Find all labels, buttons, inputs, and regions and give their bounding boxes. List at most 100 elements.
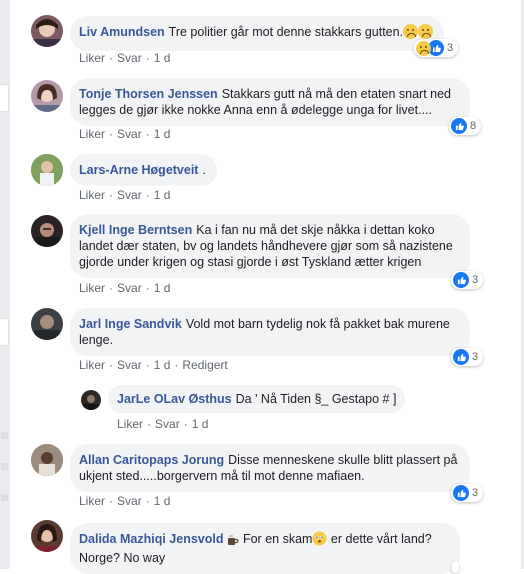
comment-bubble: JarLe OLav Østhus Da ' Nå Tiden §_ Gestap… (108, 385, 406, 413)
separator: · (145, 494, 150, 508)
avatar-image (83, 395, 99, 410)
reaction-count: 3 (447, 42, 454, 54)
comment-actions: Liker · Svar · 1 d (79, 127, 170, 141)
reaction-count: 8 (470, 120, 477, 132)
avatar-image (31, 444, 63, 476)
comment-actions: Liker · Svar · 1 d (79, 51, 170, 65)
comment-time[interactable]: 1 d (154, 358, 171, 372)
reply-link[interactable]: Svar (117, 188, 142, 202)
avatar-image (34, 315, 60, 340)
avatar[interactable] (31, 308, 63, 340)
comment-text: Tre politier går mot denne stakkars gutt… (168, 25, 404, 39)
comment-bubble: Allan Caritopaps Jorung Disse menneskene … (70, 444, 470, 492)
separator: · (109, 358, 114, 372)
comment-text: Da ' Nå Tiden §_ Gestapo # ] (235, 392, 397, 406)
like-reaction-icon (451, 118, 467, 134)
comment-bubble: Kjell Inge Berntsen Ka i fan nu må det sk… (70, 214, 470, 278)
comment-author[interactable]: Liv Amundsen (79, 25, 165, 39)
comment-bubble: Jarl Inge Sandvik Vold mot barn tydelig n… (70, 308, 470, 356)
comment-bubble: Liv Amundsen Tre politier går mot denne s… (70, 16, 445, 51)
separator: · (109, 494, 114, 508)
avatar-image (35, 223, 59, 247)
comment-bubble: Tonje Thorsen Jenssen Stakkars gutt nå må… (70, 78, 470, 126)
like-link[interactable]: Liker (79, 127, 105, 141)
comment-author[interactable]: Jarl Inge Sandvik (79, 317, 182, 331)
comment-author[interactable]: Allan Caritopaps Jorung (79, 453, 224, 467)
reply-link[interactable]: Svar (155, 417, 180, 431)
reply-link[interactable]: Svar (117, 494, 142, 508)
separator: · (147, 417, 152, 431)
comment-time[interactable]: 1 d (154, 188, 171, 202)
comment-author[interactable]: Dalida Mazhiqi Jensvold (79, 532, 223, 546)
comment-actions: Liker · Svar · 1 d (79, 494, 170, 508)
flushed-emoji-icon (312, 531, 327, 550)
like-reaction-icon (453, 272, 469, 288)
comment-actions: Liker · Svar · 1 d · Redigert (79, 358, 228, 372)
separator: · (145, 358, 150, 372)
reaction-summary[interactable]: 3 (451, 271, 484, 289)
separator: · (109, 127, 114, 141)
comment-author[interactable]: Tonje Thorsen Jenssen (79, 87, 218, 101)
avatar[interactable] (31, 215, 63, 247)
avatar[interactable] (31, 80, 63, 112)
reaction-summary[interactable] (452, 561, 459, 573)
separator: · (183, 417, 188, 431)
avatar-image (31, 524, 63, 552)
comment-author[interactable]: Kjell Inge Berntsen (79, 223, 192, 237)
avatar-image (31, 84, 63, 112)
reaction-summary[interactable]: 3 (451, 484, 484, 502)
sad-reaction-icon (416, 40, 431, 56)
comment-time[interactable]: 1 d (154, 494, 171, 508)
left-panel-mark (1, 494, 8, 501)
comment-actions: Liker · Svar · 1 d (79, 281, 170, 295)
comment-time[interactable]: 1 d (192, 417, 209, 431)
sad-emoji-icon (403, 24, 419, 43)
comment-author[interactable]: Lars-Arne Høgetveit (79, 163, 198, 177)
avatar-image (31, 19, 63, 47)
comment-bubble: Lars-Arne Høgetveit. (70, 154, 217, 186)
separator: · (145, 127, 150, 141)
comment-actions: Liker · Svar · 1 d (79, 188, 170, 202)
avatar[interactable] (31, 15, 63, 47)
separator: · (109, 281, 114, 295)
like-link[interactable]: Liker (79, 358, 105, 372)
reply-link[interactable]: Svar (117, 281, 142, 295)
comment-time[interactable]: 1 d (154, 51, 171, 65)
left-panel-mark (1, 432, 8, 439)
edited-label[interactable]: Redigert (182, 358, 227, 372)
comment-time[interactable]: 1 d (154, 127, 171, 141)
like-link[interactable]: Liker (79, 494, 105, 508)
avatar[interactable] (31, 520, 63, 552)
comment-bubble: Dalida Mazhiqi Jensvold For en skam er d… (70, 523, 460, 574)
separator: · (145, 188, 150, 202)
comment-text: . (202, 163, 206, 177)
left-panel-box (0, 318, 9, 346)
like-link[interactable]: Liker (79, 188, 105, 202)
like-reaction-icon (453, 485, 469, 501)
like-reaction-icon (453, 349, 469, 365)
reaction-count: 3 (472, 351, 479, 363)
avatar[interactable] (31, 444, 63, 476)
avatar[interactable] (31, 154, 63, 186)
reaction-count: 3 (472, 274, 479, 286)
reply-link[interactable]: Svar (117, 51, 142, 65)
avatar[interactable] (81, 390, 101, 410)
reaction-summary[interactable]: 8 (449, 117, 482, 135)
reaction-summary[interactable]: 3 (414, 39, 459, 57)
like-link[interactable]: Liker (79, 51, 105, 65)
like-link[interactable]: Liker (117, 417, 143, 431)
reaction-summary[interactable]: 3 (451, 348, 484, 366)
reply-link[interactable]: Svar (117, 358, 142, 372)
reply-link[interactable]: Svar (117, 127, 142, 141)
comment-text: For en skam (242, 532, 313, 546)
separator: · (174, 358, 179, 372)
comment-actions: Liker · Svar · 1 d (117, 417, 208, 431)
comment-author[interactable]: JarLe OLav Østhus (117, 392, 232, 406)
comment-time[interactable]: 1 d (154, 281, 171, 295)
separator: · (145, 51, 150, 65)
left-panel-mark (1, 463, 8, 470)
like-link[interactable]: Liker (79, 281, 105, 295)
separator: · (109, 188, 114, 202)
avatar-image (31, 154, 63, 186)
coffee-emoji-icon (227, 534, 240, 550)
